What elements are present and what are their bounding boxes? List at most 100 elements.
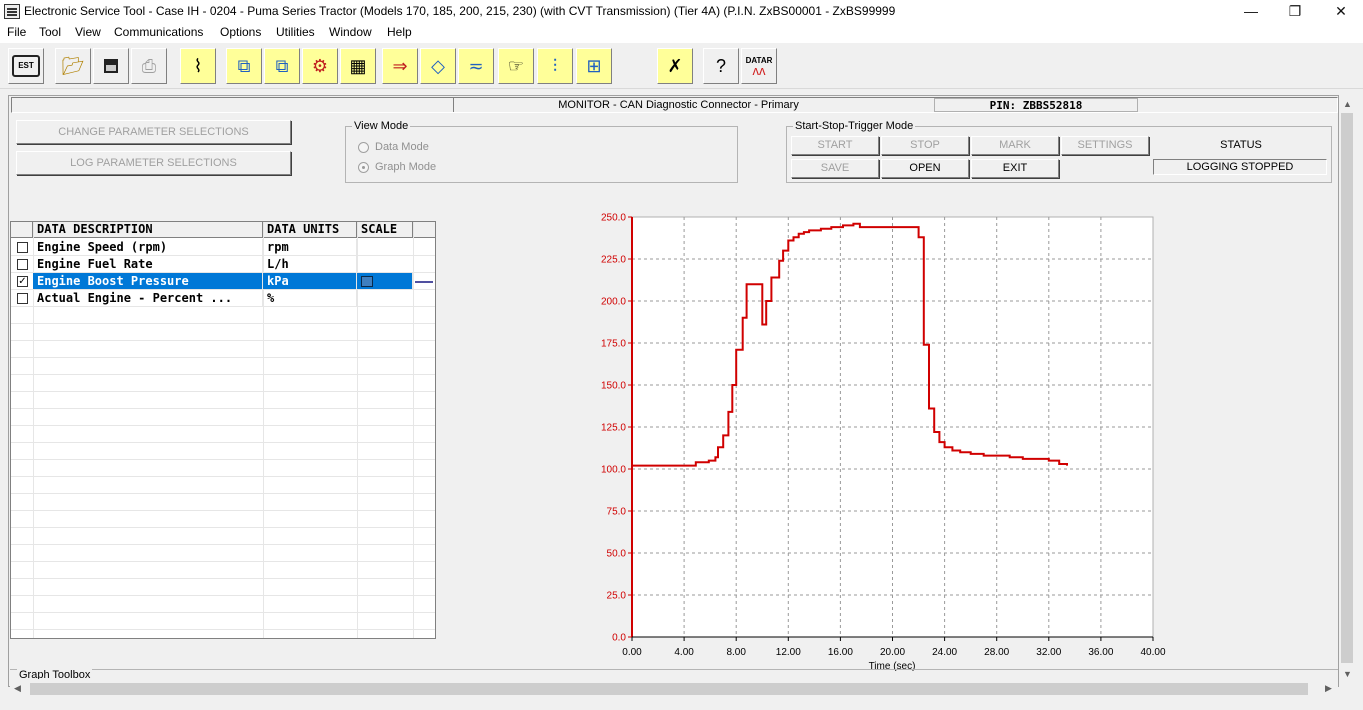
table-row[interactable]: Engine Fuel Rate L/h [11, 256, 435, 273]
table-header-check [11, 222, 33, 238]
y-tick-label: 175.0 [601, 339, 626, 350]
exit-button[interactable]: EXIT [971, 159, 1059, 178]
view-mode-title: View Mode [352, 120, 411, 132]
table-header-units[interactable]: DATA UNITS [263, 222, 357, 238]
flash-button[interactable]: ⇒ [382, 48, 418, 84]
datar-button[interactable]: DATAR ʌʌ [741, 48, 777, 84]
scroll-right-icon[interactable]: ▶ [1325, 683, 1332, 694]
settings-button[interactable]: SETTINGS [1061, 136, 1149, 155]
x-tick-label: 32.00 [1036, 647, 1061, 658]
table-header-description[interactable]: DATA DESCRIPTION [33, 222, 263, 238]
menu-communications[interactable]: Communications [114, 25, 203, 39]
row-units: % [263, 290, 357, 306]
tools-button[interactable]: ✗ [657, 48, 693, 84]
tools-icon: ✗ [667, 56, 683, 76]
row-units: kPa [263, 273, 357, 289]
menu-options[interactable]: Options [220, 25, 261, 39]
help-connector-button[interactable]: ? [703, 48, 739, 84]
x-tick-labels: 0.00 4.00 8.00 12.00 16.00 20.00 24.00 28.00 32.… [622, 647, 1166, 658]
cable-icon: ≂ [468, 56, 484, 76]
save-button[interactable] [93, 48, 129, 84]
menu-window[interactable]: Window [329, 25, 372, 39]
row-description: Actual Engine - Percent ... [33, 290, 263, 306]
open-log-button[interactable]: OPEN [881, 159, 969, 178]
row-description: Engine Speed (rpm) [33, 239, 263, 255]
mark-button[interactable]: MARK [971, 136, 1059, 155]
save-icon [104, 59, 118, 73]
close-button[interactable]: ✕ [1318, 0, 1363, 23]
empty-table-row [11, 511, 435, 528]
x-tick-label: 4.00 [674, 647, 694, 658]
scroll-left-icon[interactable]: ◀ [14, 683, 21, 694]
empty-table-row [11, 375, 435, 392]
est-button[interactable]: EST [8, 48, 44, 84]
table-row[interactable]: Actual Engine - Percent ... % [11, 290, 435, 307]
x-tick-label: 16.00 [828, 647, 853, 658]
network-button[interactable]: ⧉ [226, 48, 262, 84]
table-row[interactable]: Engine Speed (rpm) rpm [11, 239, 435, 256]
bus-button[interactable]: ⫶ [537, 48, 573, 84]
y-tick-label: 200.0 [601, 297, 626, 308]
change-parameter-selections-button[interactable]: CHANGE PARAMETER SELECTIONS [16, 120, 291, 144]
data-mode-radio[interactable] [358, 142, 369, 153]
row-checkbox[interactable] [17, 293, 28, 304]
hand-icon: ☞ [507, 56, 525, 76]
menu-view[interactable]: View [75, 25, 101, 39]
x-tick-label: 0.00 [622, 647, 642, 658]
y-tick-label: 250.0 [601, 213, 626, 224]
empty-table-row [11, 528, 435, 545]
network-alt-button[interactable]: ⧉ [264, 48, 300, 84]
minimize-button[interactable]: — [1228, 0, 1274, 23]
color-swatch-icon[interactable] [361, 276, 373, 287]
empty-table-row [11, 426, 435, 443]
row-checkbox[interactable] [17, 242, 28, 253]
tree-button[interactable]: ⊞ [576, 48, 612, 84]
trigger-mode-title: Start-Stop-Trigger Mode [793, 120, 916, 132]
empty-table-row [11, 341, 435, 358]
table-row-selected[interactable]: ✓ Engine Boost Pressure kPa [11, 273, 435, 290]
row-scale[interactable] [357, 273, 413, 289]
print-button[interactable]: ⎙ [131, 48, 167, 84]
menu-utilities[interactable]: Utilities [276, 25, 315, 39]
log-parameter-selections-button[interactable]: LOG PARAMETER SELECTIONS [16, 151, 291, 175]
menu-help[interactable]: Help [387, 25, 412, 39]
signal-button[interactable]: ◇ [420, 48, 456, 84]
menu-bar: File Tool View Communications Options Ut… [0, 23, 1363, 43]
pin-label: PIN: ZBBS52818 [934, 98, 1138, 112]
row-checkbox-checked[interactable]: ✓ [17, 276, 28, 287]
module-grid-button[interactable]: ▦ [340, 48, 376, 84]
restore-button[interactable]: ❐ [1272, 0, 1318, 23]
graph-mode-radio[interactable] [358, 162, 369, 173]
datar-icon: DATAR ʌʌ [745, 55, 773, 78]
empty-table-row [11, 392, 435, 409]
vertical-scroll-thumb[interactable] [1341, 113, 1353, 663]
app-icon [4, 4, 20, 19]
status-value: LOGGING STOPPED [1153, 159, 1327, 175]
scroll-down-icon[interactable]: ▼ [1343, 669, 1352, 679]
cable-button[interactable]: ≂ [458, 48, 494, 84]
start-button[interactable]: START [791, 136, 879, 155]
empty-table-row [11, 596, 435, 613]
empty-table-row [11, 494, 435, 511]
stop-button[interactable]: STOP [881, 136, 969, 155]
y-tick-label: 125.0 [601, 423, 626, 434]
empty-table-row [11, 358, 435, 375]
tree-icon: ⊞ [586, 56, 602, 76]
table-header-scale[interactable]: SCALE [357, 222, 413, 238]
scroll-up-icon[interactable]: ▲ [1343, 99, 1352, 109]
horizontal-scroll-thumb[interactable] [30, 683, 1308, 695]
x-tick-label: 20.00 [880, 647, 905, 658]
save-log-button[interactable]: SAVE [791, 159, 879, 178]
hand-button[interactable]: ☞ [498, 48, 534, 84]
diagnostic-button[interactable]: ⚙ [302, 48, 338, 84]
menu-file[interactable]: File [7, 25, 26, 39]
connector-button[interactable]: ⌇ [180, 48, 216, 84]
open-button[interactable]: 📂︎ [55, 48, 91, 84]
empty-table-row [11, 443, 435, 460]
connector-icon: ⌇ [193, 56, 203, 76]
boost-pressure-chart[interactable]: 0.0 25.0 50.0 75.0 100.0 125.0 150.0 175.0 200.0… [580, 207, 1180, 677]
x-tick-label: 8.00 [726, 647, 746, 658]
row-checkbox[interactable] [17, 259, 28, 270]
menu-tool[interactable]: Tool [39, 25, 61, 39]
network-alt-icon: ⧉ [275, 56, 289, 76]
